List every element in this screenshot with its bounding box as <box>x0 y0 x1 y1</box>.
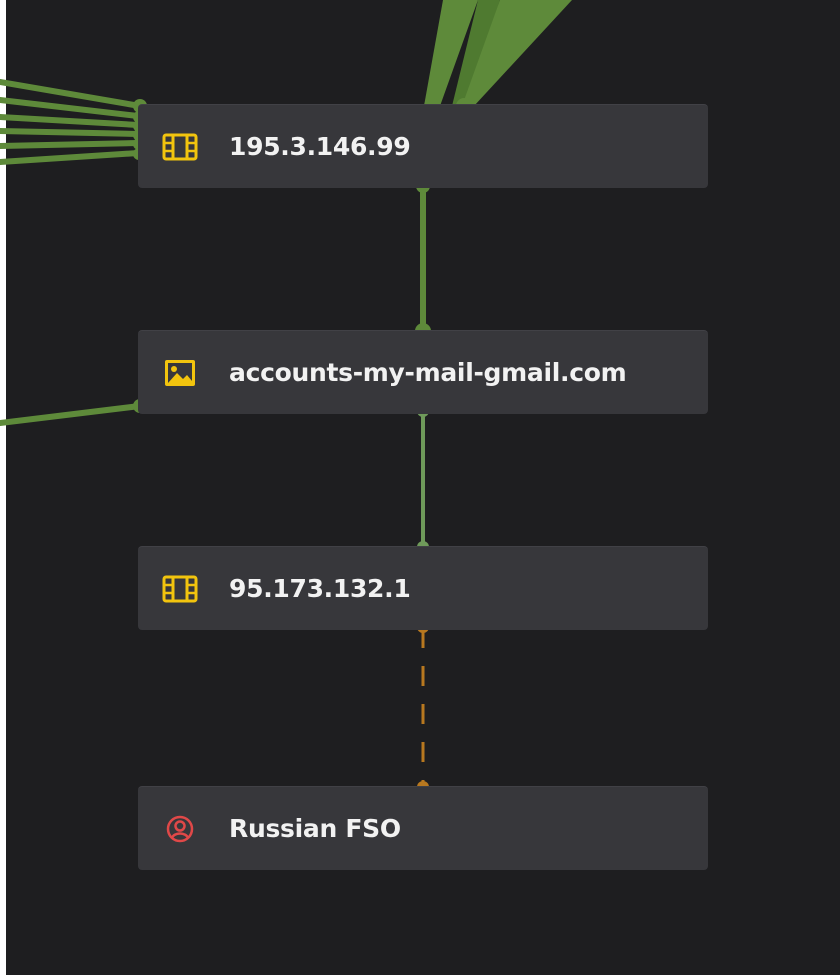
offscreen-edges-top-node1 <box>424 0 572 114</box>
person-circle-icon <box>166 815 194 843</box>
edge-n2-n3[interactable] <box>417 405 429 553</box>
graph-node-actor[interactable]: Russian FSO <box>138 786 708 870</box>
edge-n3-n4[interactable] <box>417 621 429 793</box>
offscreen-edge-left-node2 <box>0 399 147 426</box>
graph-node-ip-195[interactable]: 195.3.146.99 <box>138 104 708 188</box>
film-icon <box>162 133 198 161</box>
graph-node-ip-95[interactable]: 95.173.132.1 <box>138 546 708 630</box>
node-label: Russian FSO <box>229 814 401 843</box>
graph-canvas[interactable]: 195.3.146.99 accounts-my-mail-gmail.com … <box>0 0 840 975</box>
offscreen-edges-left-node1 <box>0 79 143 165</box>
graph-node-domain[interactable]: accounts-my-mail-gmail.com <box>138 330 708 414</box>
image-icon <box>165 360 195 386</box>
node-label: 95.173.132.1 <box>229 574 411 603</box>
film-icon <box>162 575 198 603</box>
edge-n1-n2[interactable] <box>415 179 431 339</box>
node-label: accounts-my-mail-gmail.com <box>229 358 627 387</box>
node-label: 195.3.146.99 <box>229 132 411 161</box>
